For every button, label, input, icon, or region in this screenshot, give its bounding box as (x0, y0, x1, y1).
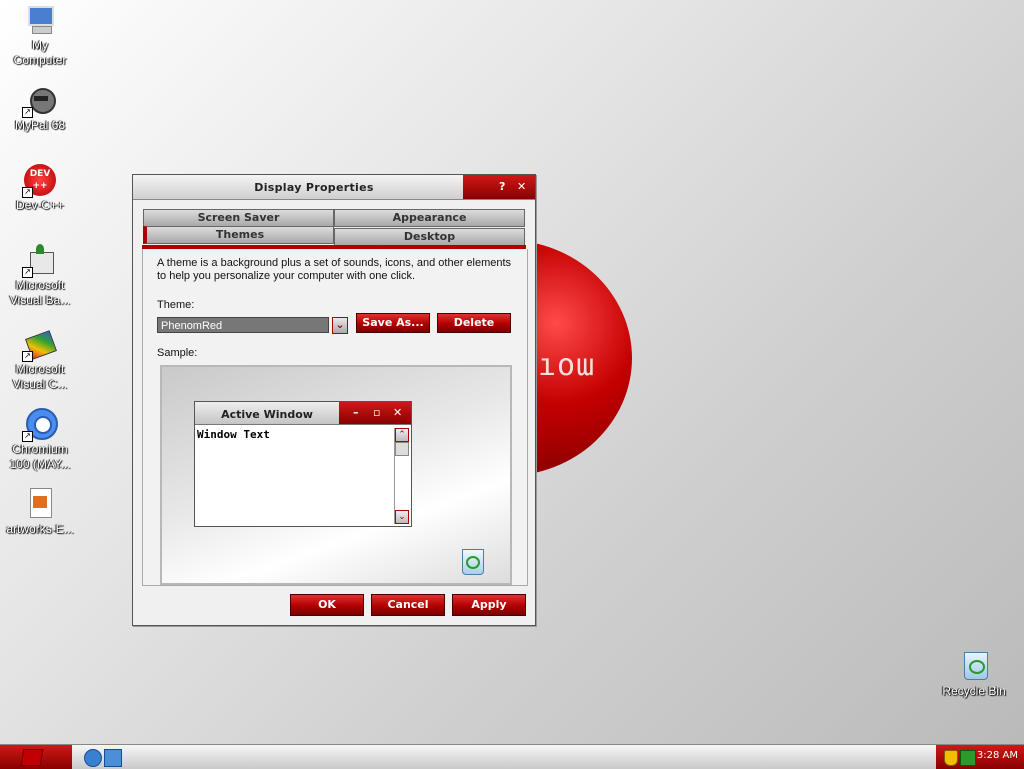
start-button[interactable] (0, 745, 72, 769)
title-controls: ? ✕ (463, 175, 535, 199)
minimize-icon: – (353, 406, 359, 419)
sample-title-bar: Active Window – ▫ ✕ (195, 402, 411, 425)
close-icon: ✕ (393, 406, 403, 419)
dev-cpp-icon: DEV ++ ↗ (22, 164, 56, 198)
computer-icon (24, 4, 56, 36)
theme-label: Theme: (157, 299, 195, 311)
sample-title-controls: – ▫ ✕ (339, 402, 411, 424)
sample-label: Sample: (157, 347, 198, 359)
raccoon-icon: ↗ (22, 84, 56, 118)
tab-desktop[interactable]: Desktop (334, 228, 525, 246)
close-button[interactable]: ✕ (517, 180, 526, 193)
desktop-icon-label: MyPal 68 (14, 118, 66, 132)
desktop-icon-label: artworks-E... (6, 522, 74, 536)
desktop-icon-dev-cpp[interactable]: DEV ++ ↗ Dev-C++ (0, 164, 80, 213)
apply-button[interactable]: Apply (452, 594, 526, 616)
tab-themes[interactable]: Themes (143, 226, 334, 244)
visual-cpp-icon: ↗ (22, 328, 57, 362)
sample-window-text: Window Text (197, 428, 270, 441)
show-desktop-icon[interactable] (104, 749, 122, 767)
desktop-icon-label: Dev-C++ (15, 198, 65, 212)
desktop-icon-my-computer[interactable]: My Computer (0, 4, 80, 68)
taskbar: 3:28 AM (0, 744, 1024, 769)
desktop-icon-label: My Computer (13, 38, 67, 67)
save-as-button[interactable]: Save As... (356, 313, 430, 333)
theme-sample-preview: Active Window – ▫ ✕ Window Text ⌃ ⌄ (160, 365, 512, 585)
display-properties-window: Display Properties ? ✕ Screen Saver Appe… (132, 174, 536, 626)
taskbar-clock[interactable]: 3:28 AM (977, 750, 1018, 761)
desktop-icon-label: Chromium 100 (MAY... (9, 442, 71, 471)
sample-active-window: Active Window – ▫ ✕ Window Text ⌃ ⌄ (194, 401, 412, 527)
desktop-icon-label: Recycle Bin (942, 684, 1006, 698)
chromium-icon: ↗ (22, 408, 58, 442)
desktop-icon-label: Microsoft Visual C... (12, 362, 68, 391)
themes-panel: A theme is a background plus a set of so… (142, 249, 528, 586)
desktop-icon-mypal[interactable]: ↗ MyPal 68 (0, 84, 80, 133)
sample-window-title: Active Window (221, 408, 313, 421)
desktop-icon-visual-basic[interactable]: ↗ Microsoft Visual Ba... (0, 244, 80, 308)
tab-appearance[interactable]: Appearance (334, 209, 525, 227)
desktop-icon-chromium[interactable]: ↗ Chromium 100 (MAY... (0, 408, 80, 472)
image-file-icon (24, 488, 56, 520)
title-bar[interactable]: Display Properties ? ✕ (133, 175, 535, 200)
scroll-up-icon: ⌃ (395, 428, 409, 442)
security-shield-icon[interactable] (944, 750, 958, 766)
visual-basic-icon: ↗ (22, 244, 56, 278)
wallpaper-logo-text: ıoɯ (538, 348, 596, 383)
maximize-icon: ▫ (373, 406, 381, 419)
desktop-icon-label: Microsoft Visual Ba... (9, 278, 71, 307)
scroll-down-icon: ⌄ (395, 510, 409, 524)
scroll-thumb (395, 442, 409, 456)
window-title: Display Properties (254, 181, 374, 194)
desktop-icon-recycle-bin[interactable]: Recycle Bin (934, 650, 1014, 699)
network-icon[interactable] (960, 750, 976, 766)
ok-button[interactable]: OK (290, 594, 364, 616)
start-flag-icon (20, 749, 44, 766)
cancel-button[interactable]: Cancel (371, 594, 445, 616)
recycle-bin-icon (460, 547, 484, 575)
help-button[interactable]: ? (499, 180, 505, 193)
desktop-icon-artworks[interactable]: artworks-E... (0, 488, 80, 537)
chevron-down-icon[interactable]: ⌄ (332, 317, 348, 334)
sample-scrollbar: ⌃ ⌄ (394, 428, 409, 524)
theme-select[interactable]: PhenomRed (157, 317, 329, 333)
desktop-icon-visual-cpp[interactable]: ↗ Microsoft Visual C... (0, 328, 80, 392)
themes-description: A theme is a background plus a set of so… (157, 257, 512, 282)
tab-screen-saver[interactable]: Screen Saver (143, 209, 334, 227)
delete-button[interactable]: Delete (437, 313, 511, 333)
recycle-bin-icon (958, 650, 990, 682)
system-tray: 3:28 AM (936, 745, 1024, 769)
internet-explorer-icon[interactable] (84, 749, 102, 767)
